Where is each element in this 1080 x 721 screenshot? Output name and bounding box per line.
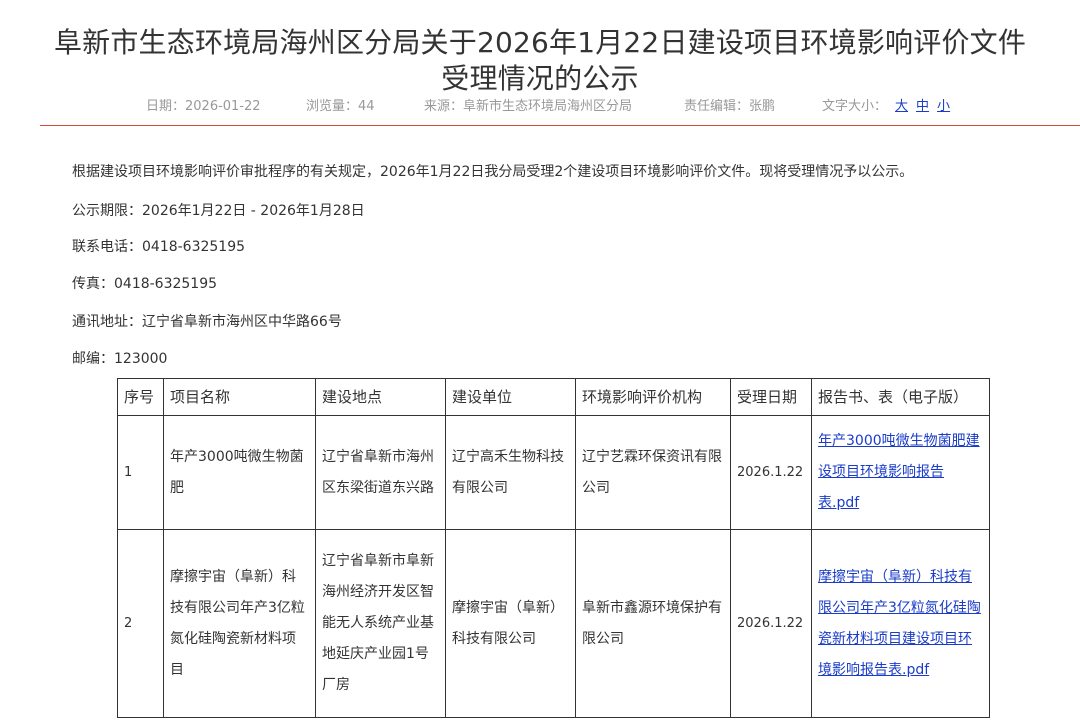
- row-number: 1: [117, 415, 164, 530]
- header-cell: 建设地点: [315, 378, 446, 416]
- construction-unit: 辽宁高禾生物科技有限公司: [445, 415, 576, 530]
- project-table: 序号 项目名称 建设地点 建设单位 环境影响评价机构 受理日期 报告书、表（电子…: [117, 378, 990, 718]
- header-cell: 建设单位: [445, 378, 576, 416]
- source: 来源：阜新市生态环境局海州区分局: [424, 99, 633, 114]
- font-size-medium-link[interactable]: 中: [916, 99, 929, 114]
- font-size-label: 文字大小：: [822, 99, 888, 114]
- report-cell: 年产3000吨微生物菌肥建设项目环境影响报告表.pdf: [811, 415, 990, 530]
- report-cell: 摩擦宇宙（阜新）科技有限公司年产3亿粒氮化硅陶瓷新材料项目建设项目环境影响报告表…: [811, 529, 990, 718]
- title-divider: [40, 125, 1080, 126]
- fax-number: 传真：0418-6325195: [72, 276, 218, 292]
- project-location: 辽宁省阜新市海州区东梁街道东兴路: [315, 415, 446, 530]
- acceptance-date: 2026.1.22: [730, 529, 812, 718]
- page-title-line2: 受理情况的公示: [441, 61, 639, 95]
- intro-paragraph: 根据建设项目环境影响评价审批程序的有关规定，2026年1月22日我分局受理2个建…: [72, 164, 914, 180]
- view-count: 浏览量：44: [306, 99, 375, 114]
- font-size-small-link[interactable]: 小: [937, 99, 950, 114]
- mailing-address: 通讯地址：辽宁省阜新市海州区中华路66号: [72, 314, 342, 330]
- eia-agency: 阜新市鑫源环境保护有限公司: [575, 529, 731, 718]
- publish-date: 日期：2026-01-22: [146, 99, 261, 114]
- report-pdf-link[interactable]: 摩擦宇宙（阜新）科技有限公司年产3亿粒氮化硅陶瓷新材料项目建设项目环境影响报告表…: [818, 569, 981, 678]
- header-cell: 报告书、表（电子版）: [811, 378, 990, 416]
- project-name: 年产3000吨微生物菌肥: [163, 415, 316, 530]
- contact-phone: 联系电话：0418-6325195: [72, 239, 246, 255]
- page-title: 阜新市生态环境局海州区分局关于2026年1月22日建设项目环境影响评价文件 受理…: [0, 25, 1080, 97]
- acceptance-date: 2026.1.22: [730, 415, 812, 530]
- table-row: 2 摩擦宇宙（阜新）科技有限公司年产3亿粒氮化硅陶瓷新材料项目 辽宁省阜新市阜新…: [117, 529, 990, 718]
- article-meta: 日期：2026-01-22 浏览量：44 来源：阜新市生态环境局海州区分局 责任…: [0, 95, 1080, 115]
- table-row: 1 年产3000吨微生物菌肥 辽宁省阜新市海州区东梁街道东兴路 辽宁高禾生物科技…: [117, 415, 990, 530]
- page-title-line1: 阜新市生态环境局海州区分局关于2026年1月22日建设项目环境影响评价文件: [53, 25, 1027, 59]
- font-size-large-link[interactable]: 大: [895, 99, 908, 114]
- project-location: 辽宁省阜新市阜新海州经济开发区智能无人系统产业基地延庆产业园1号厂房: [315, 529, 446, 718]
- editor: 责任编辑：张鹏: [684, 99, 776, 114]
- header-cell: 受理日期: [730, 378, 812, 416]
- project-name: 摩擦宇宙（阜新）科技有限公司年产3亿粒氮化硅陶瓷新材料项目: [163, 529, 316, 718]
- report-pdf-link[interactable]: 年产3000吨微生物菌肥建设项目环境影响报告表.pdf: [818, 433, 980, 511]
- table-header-row: 序号 项目名称 建设地点 建设单位 环境影响评价机构 受理日期 报告书、表（电子…: [117, 378, 990, 416]
- header-cell: 序号: [117, 378, 164, 416]
- header-cell: 项目名称: [163, 378, 316, 416]
- row-number: 2: [117, 529, 164, 718]
- construction-unit: 摩擦宇宙（阜新）科技有限公司: [445, 529, 576, 718]
- notice-period: 公示期限：2026年1月22日 - 2026年1月28日: [72, 203, 365, 219]
- eia-agency: 辽宁艺霖环保资讯有限公司: [575, 415, 731, 530]
- postal-code: 邮编：123000: [72, 351, 168, 367]
- header-cell: 环境影响评价机构: [575, 378, 731, 416]
- font-size-control: 文字大小： 大中小: [822, 95, 950, 114]
